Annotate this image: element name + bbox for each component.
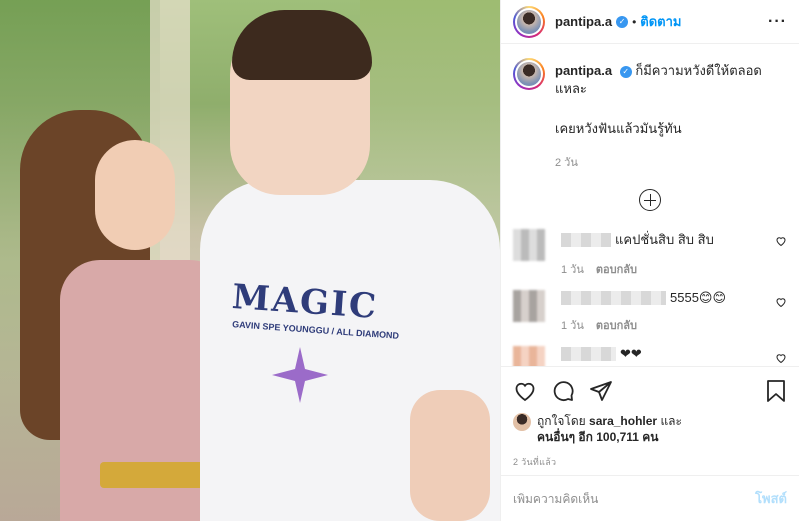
likes-summary[interactable]: ถูกใจโดย sara_hohler และ คนอื่นๆ อีก 100… (513, 413, 787, 445)
comment-row: แคปชั่นสิบ สิบ สิบ 1 วัน ตอบกลับ (513, 229, 787, 278)
verified-badge-icon: ✓ (619, 65, 632, 78)
comment-text: แคปชั่นสิบ สิบ สิบ (615, 232, 714, 247)
post-comment-button[interactable]: โพสต์ (755, 488, 787, 509)
comment-like-heart-icon[interactable] (775, 296, 787, 308)
comment-like-heart-icon[interactable] (775, 352, 787, 364)
caption-time: 2 วัน (555, 157, 578, 169)
likes-others-count[interactable]: คนอื่นๆ อีก 100,711 คน (537, 430, 659, 444)
liker-avatar[interactable] (513, 413, 531, 431)
plus-circle-icon[interactable] (639, 189, 661, 211)
photo-man-arm (410, 390, 490, 521)
instagram-post-view: MAGIC GAVIN SPE YOUNGGU / ALL DIAMOND pa… (0, 0, 799, 521)
post-header: pantipa.a ✓ • ติดตาม ··· (501, 0, 799, 44)
bookmark-save-icon[interactable] (765, 379, 787, 403)
comment-text: ❤❤ (620, 346, 642, 361)
more-options-icon[interactable]: ··· (768, 13, 787, 31)
comment-text: 5555😊😊 (670, 290, 727, 305)
comment-time: 1 วัน (561, 264, 584, 276)
photo-woman-face (95, 140, 175, 250)
follow-button[interactable]: ติดตาม (640, 11, 681, 32)
avatar[interactable] (513, 5, 545, 38)
share-paper-plane-icon[interactable] (589, 379, 613, 403)
comment-avatar-blurred[interactable] (513, 346, 545, 366)
comment-avatar-blurred[interactable] (513, 229, 545, 261)
header-username[interactable]: pantipa.a (555, 14, 612, 29)
liker-username[interactable]: sara_hohler (589, 414, 657, 428)
caption: pantipa.a ✓ ก็มีความหวังดีให้ตลอดแหละ เค… (513, 58, 787, 171)
blurred-username (561, 347, 616, 361)
like-heart-icon[interactable] (513, 379, 537, 403)
photo-man-hair (232, 10, 372, 80)
caption-text-block: pantipa.a ✓ ก็มีความหวังดีให้ตลอดแหละ (555, 58, 785, 98)
comment-row: ❤❤ (513, 346, 787, 366)
likes-prefix: ถูกใจโดย (537, 414, 586, 428)
reply-button[interactable]: ตอบกลับ (596, 320, 637, 332)
post-timestamp[interactable]: 2 วันที่แล้ว (513, 455, 787, 469)
caption-username[interactable]: pantipa.a (555, 63, 612, 78)
blurred-username (561, 232, 611, 247)
reply-button[interactable]: ตอบกลับ (596, 264, 637, 276)
comment-row: 5555😊😊 1 วัน ตอบกลับ (513, 290, 787, 334)
action-bar (513, 375, 787, 407)
comment-like-heart-icon[interactable] (775, 235, 787, 247)
likes-conj: และ (660, 414, 682, 428)
shirt-star-graphic (272, 347, 328, 403)
comment-bubble-icon[interactable] (551, 379, 575, 403)
caption-second-line: เคยหวังฟันแล้วมันรู้ทัน (555, 121, 682, 136)
add-comment-input[interactable] (513, 491, 756, 506)
comments-list[interactable]: pantipa.a ✓ ก็มีความหวังดีให้ตลอดแหละ เค… (501, 44, 799, 366)
post-photo[interactable]: MAGIC GAVIN SPE YOUNGGU / ALL DIAMOND (0, 0, 500, 521)
load-more-comments[interactable] (513, 189, 787, 211)
verified-badge-icon: ✓ (616, 15, 629, 28)
comment-avatar-blurred[interactable] (513, 290, 545, 322)
caption-avatar[interactable] (513, 58, 545, 90)
post-side-panel: pantipa.a ✓ • ติดตาม ··· pantipa.a ✓ ก็ม… (500, 0, 799, 521)
comment-time: 1 วัน (561, 320, 584, 332)
separator-dot: • (632, 14, 637, 29)
blurred-username (561, 291, 666, 305)
add-comment-bar: โพสต์ (501, 475, 799, 521)
